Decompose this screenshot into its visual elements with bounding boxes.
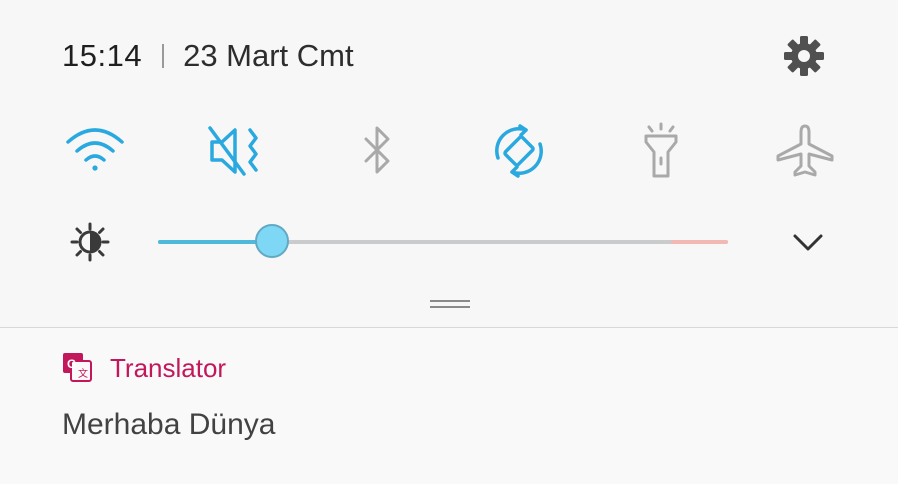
panel-drag-handle[interactable] [430,300,470,312]
notification-card[interactable] [0,328,898,484]
slider-warning-zone [671,240,728,244]
slider-thumb[interactable] [255,224,289,258]
separator [162,44,165,68]
brightness-icon [70,222,110,262]
date: 23 Mart Cmt [183,38,354,73]
vibrate-mute-icon[interactable] [206,122,268,180]
svg-text:G: G [67,357,76,371]
svg-text:文: 文 [78,367,88,380]
flashlight-icon[interactable] [630,122,692,180]
airplane-icon[interactable] [774,122,836,180]
quick-settings-panel: 15:14 23 Mart Cmt [0,0,898,327]
bluetooth-icon[interactable] [346,122,408,180]
notification-app-name: Translator [110,353,227,383]
chevron-down-icon[interactable] [788,226,828,260]
notification-text: Merhaba Dünya [62,408,276,441]
gear-icon[interactable] [780,32,828,80]
brightness-slider[interactable] [158,224,728,258]
clock: 15:14 [62,38,143,73]
status-row: 15:14 23 Mart Cmt [62,36,354,76]
wifi-icon[interactable] [64,122,126,180]
google-translate-icon: G 文 [62,352,92,382]
auto-rotate-icon[interactable] [488,122,550,180]
